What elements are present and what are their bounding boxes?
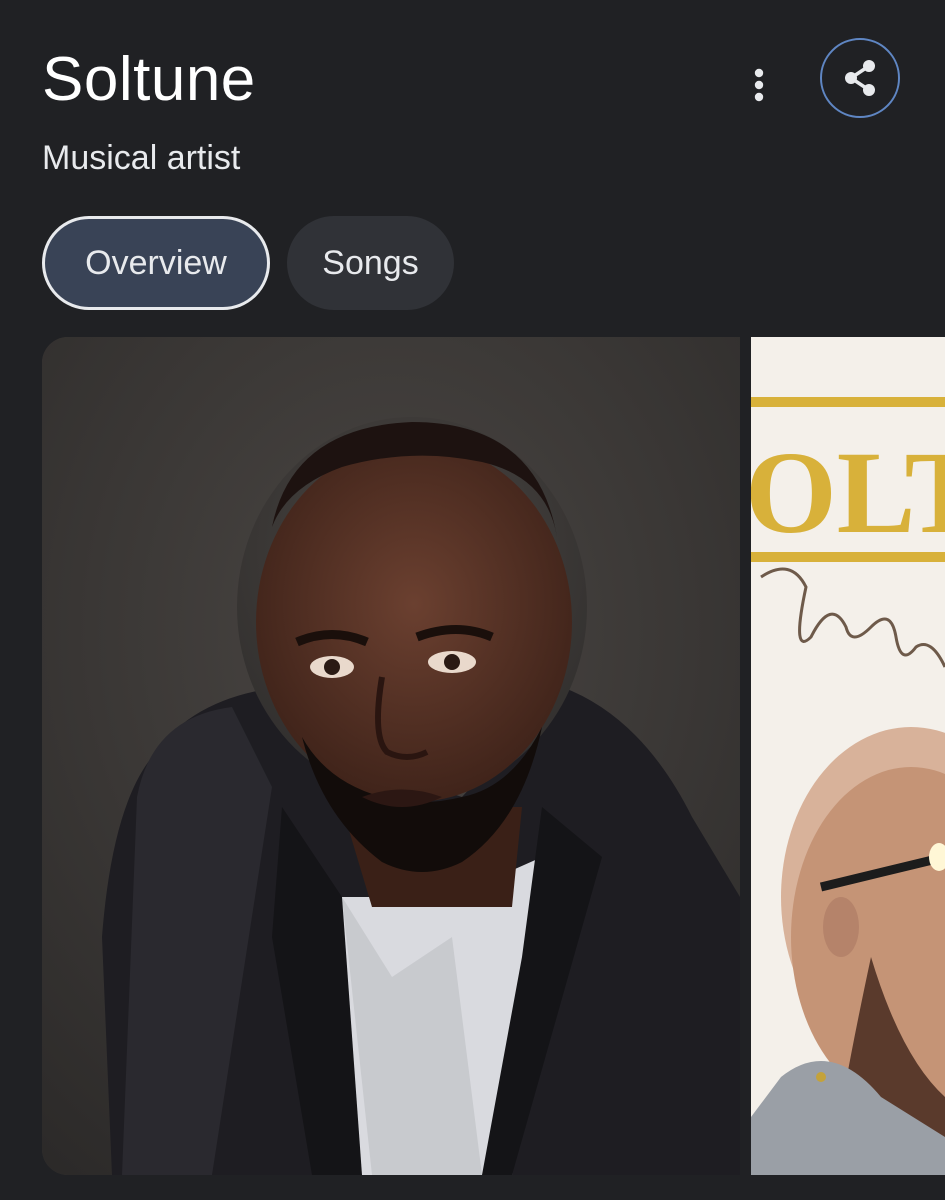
artist-portrait-image[interactable]	[42, 337, 740, 1175]
share-icon	[842, 59, 878, 97]
more-options-button[interactable]	[730, 56, 788, 114]
tab-label: Overview	[85, 243, 227, 282]
page-title: Soltune	[42, 45, 256, 114]
tab-overview[interactable]: Overview	[42, 216, 270, 310]
album-cover-image[interactable]: OLT	[751, 337, 945, 1175]
tab-songs[interactable]: Songs	[287, 216, 454, 310]
share-button[interactable]	[820, 38, 900, 118]
more-vert-icon	[753, 68, 765, 102]
entity-subtitle: Musical artist	[42, 139, 241, 177]
album-cover-title: OLT	[751, 427, 945, 558]
tab-label: Songs	[322, 243, 419, 282]
